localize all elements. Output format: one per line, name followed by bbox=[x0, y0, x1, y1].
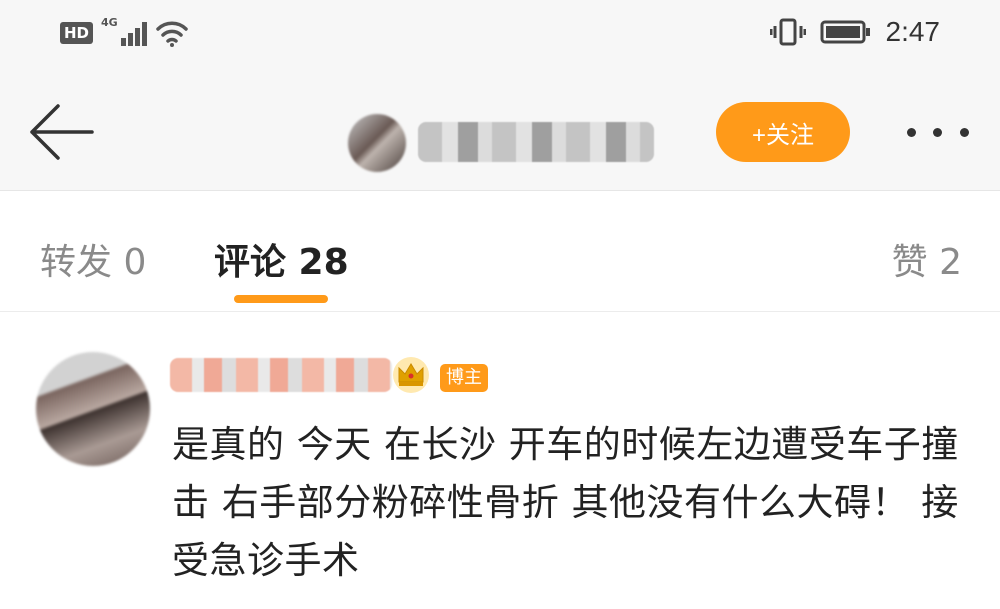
author-avatar[interactable] bbox=[348, 114, 406, 172]
tab-comments[interactable]: 评论 28 bbox=[214, 233, 349, 285]
signal-icon: 4G bbox=[101, 16, 148, 48]
hd-icon: HD bbox=[60, 22, 94, 44]
comment-text: 是真的 今天 在长沙 开车的时候左边遭受车子撞击 右手部分粉碎性骨折 其他没有什… bbox=[172, 423, 959, 582]
crown-icon bbox=[393, 357, 429, 393]
tab-likes[interactable]: 赞 2 bbox=[892, 233, 962, 285]
battery-icon bbox=[820, 20, 870, 44]
more-dots-icon[interactable] bbox=[898, 112, 978, 152]
wifi-icon bbox=[156, 21, 188, 47]
vibrate-icon bbox=[769, 18, 806, 46]
status-left: HD 4G bbox=[60, 16, 189, 48]
network-type-label: 4G bbox=[101, 16, 118, 29]
status-right: 2:47 bbox=[769, 16, 941, 48]
comment-item: 博主 是真的 今天 在长沙 开车的时候左边遭受车子撞击 右手部分粉碎性骨折 其他… bbox=[0, 312, 1000, 609]
commenter-avatar[interactable] bbox=[36, 352, 150, 466]
status-time: 2:47 bbox=[885, 16, 941, 47]
back-arrow-icon[interactable] bbox=[26, 100, 98, 164]
author-name-blurred[interactable] bbox=[418, 122, 654, 162]
status-bar: HD 4G 2:47 bbox=[0, 0, 1000, 72]
commenter-name-blurred[interactable] bbox=[170, 358, 392, 392]
tab-reposts[interactable]: 转发 0 bbox=[40, 233, 146, 285]
author-badge: 博主 bbox=[440, 364, 488, 392]
follow-button[interactable]: +关注 bbox=[716, 102, 850, 162]
tab-active-indicator bbox=[234, 295, 328, 303]
tab-bar: 转发 0 评论 28 赞 2 bbox=[0, 191, 1000, 312]
nav-bar: +关注 bbox=[0, 72, 1000, 191]
